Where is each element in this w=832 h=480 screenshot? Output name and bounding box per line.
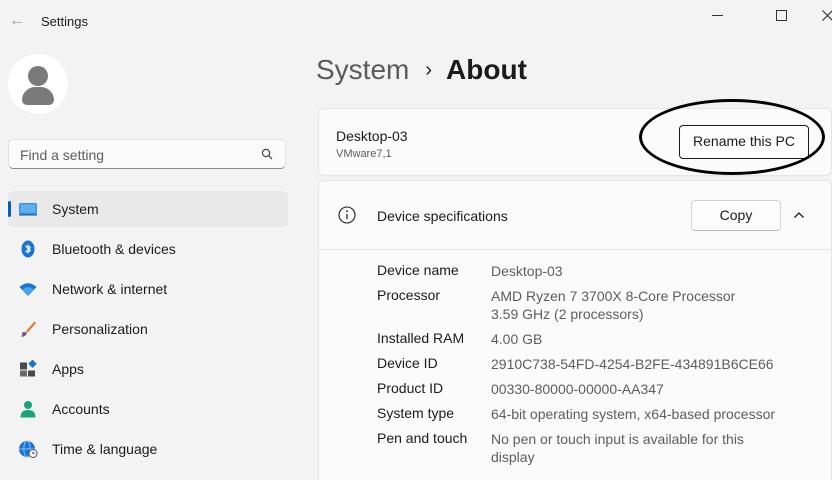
spec-label: System type bbox=[377, 405, 491, 421]
apps-icon bbox=[18, 360, 38, 378]
spec-value: 00330-80000-00000-AA347 bbox=[491, 380, 811, 398]
minimize-button[interactable] bbox=[694, 0, 740, 30]
pc-model: VMware7,1 bbox=[336, 148, 392, 160]
maximize-icon bbox=[776, 10, 787, 21]
sidebar-item-personalization[interactable]: Personalization bbox=[8, 311, 288, 347]
app-title: Settings bbox=[41, 14, 88, 29]
sidebar-item-label: Accounts bbox=[52, 401, 110, 417]
search-placeholder: Find a setting bbox=[20, 147, 104, 163]
spec-value: 4.00 GB bbox=[491, 330, 811, 348]
page-title: About bbox=[446, 54, 527, 85]
info-icon bbox=[338, 206, 356, 224]
breadcrumb-parent[interactable]: System bbox=[316, 54, 409, 85]
sidebar-nav: System Bluetooth & devices Network & int… bbox=[8, 191, 288, 471]
rename-pc-button[interactable]: Rename this PC bbox=[679, 125, 809, 159]
sidebar-item-label: Apps bbox=[52, 361, 84, 377]
sidebar-item-system[interactable]: System bbox=[8, 191, 288, 227]
system-icon bbox=[18, 200, 38, 218]
minimize-icon bbox=[712, 15, 723, 16]
sidebar-item-label: System bbox=[52, 201, 99, 217]
chevron-right-icon: › bbox=[425, 59, 432, 81]
spec-value: AMD Ryzen 7 3700X 8-Core Processor 3.59 … bbox=[491, 287, 741, 323]
avatar[interactable] bbox=[8, 54, 68, 114]
sidebar-item-label: Personalization bbox=[52, 321, 148, 337]
spec-value: No pen or touch input is available for t… bbox=[491, 430, 771, 466]
sidebar-item-network-internet[interactable]: Network & internet bbox=[8, 271, 288, 307]
sidebar-item-bluetooth-devices[interactable]: Bluetooth & devices bbox=[8, 231, 288, 267]
wifi-icon bbox=[18, 280, 38, 298]
title-bar: ← Settings bbox=[0, 0, 832, 44]
bluetooth-icon bbox=[18, 240, 38, 258]
chevron-up-icon[interactable] bbox=[792, 208, 806, 222]
sidebar-item-time-language[interactable]: Time & language bbox=[8, 431, 288, 467]
spec-value: 2910C738-54FD-4254-B2FE-434891B6CE66 bbox=[491, 355, 811, 373]
spec-label: Installed RAM bbox=[377, 330, 491, 346]
avatar-head-icon bbox=[28, 66, 48, 86]
spec-value: 64-bit operating system, x64-based proce… bbox=[491, 405, 811, 423]
active-indicator bbox=[8, 201, 11, 217]
device-specifications-card: Device specifications Copy Device name D… bbox=[318, 180, 832, 480]
spec-label: Processor bbox=[377, 287, 491, 303]
close-button[interactable] bbox=[804, 0, 832, 30]
search-icon[interactable] bbox=[261, 148, 273, 160]
brush-icon bbox=[18, 320, 38, 338]
person-icon bbox=[18, 400, 38, 418]
spec-label: Product ID bbox=[377, 380, 491, 396]
breadcrumb: System › About bbox=[316, 54, 527, 94]
maximize-button[interactable] bbox=[758, 0, 804, 30]
sidebar-item-label: Time & language bbox=[52, 441, 157, 457]
copy-button[interactable]: Copy bbox=[691, 200, 781, 231]
globe-clock-icon bbox=[18, 440, 38, 458]
sidebar-item-label: Network & internet bbox=[52, 281, 167, 297]
device-specifications-title: Device specifications bbox=[377, 208, 508, 224]
sidebar-item-apps[interactable]: Apps bbox=[8, 351, 288, 387]
spec-label: Device name bbox=[377, 262, 491, 278]
search-input[interactable]: Find a setting bbox=[8, 139, 286, 169]
spec-value: Desktop-03 bbox=[491, 262, 811, 280]
sidebar-item-label: Bluetooth & devices bbox=[52, 241, 176, 257]
avatar-body-icon bbox=[22, 87, 54, 105]
sidebar-item-accounts[interactable]: Accounts bbox=[8, 391, 288, 427]
pc-name: Desktop-03 bbox=[336, 128, 408, 144]
pc-name-card: Desktop-03 VMware7,1 Rename this PC bbox=[318, 108, 832, 176]
spec-label: Device ID bbox=[377, 355, 491, 371]
close-icon bbox=[822, 10, 832, 21]
spec-label: Pen and touch bbox=[377, 430, 491, 446]
back-arrow-icon[interactable]: ← bbox=[8, 10, 26, 32]
device-specifications-header[interactable]: Device specifications Copy bbox=[319, 181, 831, 250]
